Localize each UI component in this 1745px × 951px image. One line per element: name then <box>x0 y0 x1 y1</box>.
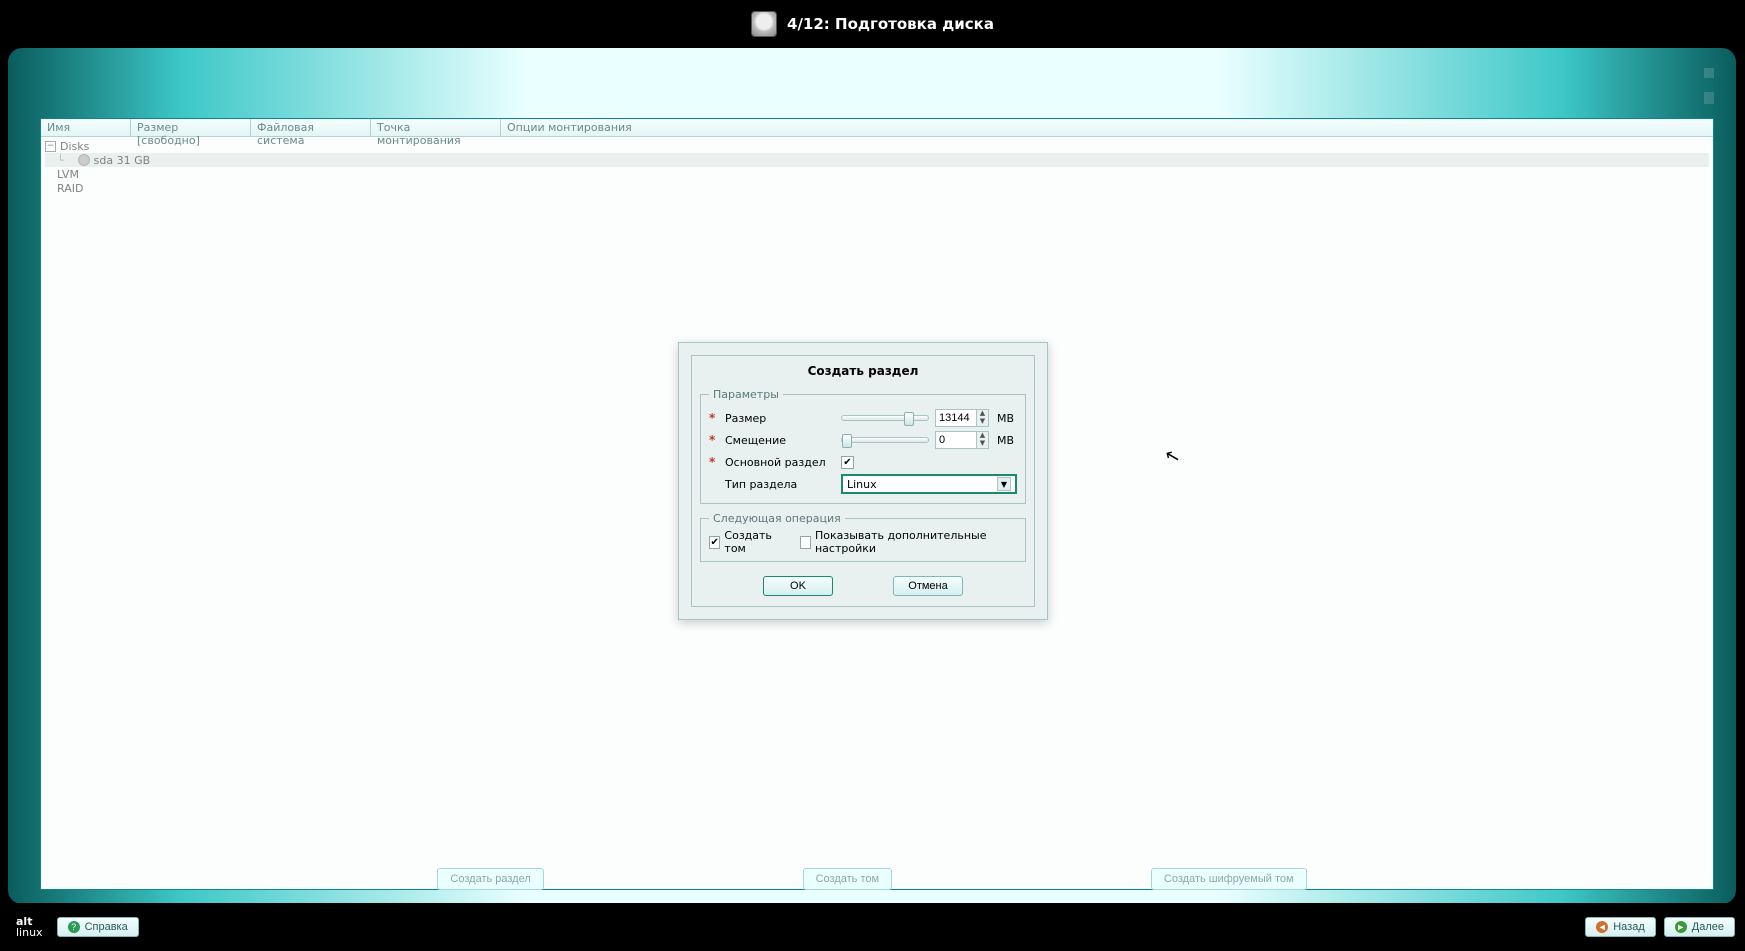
next-op-fieldset: Следующая операция ✔ Создать том Показыв… <box>700 512 1026 562</box>
create-volume-checkbox[interactable]: ✔ <box>709 536 720 549</box>
tree-node-sda[interactable]: └ sda 31 GB <box>45 153 1709 167</box>
required-icon: * <box>709 433 719 447</box>
create-volume-button[interactable]: Создать том <box>803 868 892 890</box>
titlebar: 4/12: Подготовка диска <box>0 0 1745 48</box>
offset-input[interactable] <box>935 431 977 449</box>
next-button[interactable]: ► Далее <box>1664 917 1735 937</box>
footer-bar: altlinux ? Справка ◄ Назад ► Далее <box>0 903 1745 951</box>
show-advanced-checkbox[interactable] <box>800 536 811 549</box>
create-encrypted-button[interactable]: Создать шифруемый том <box>1151 868 1307 890</box>
harddisk-icon <box>78 154 90 166</box>
back-button[interactable]: ◄ Назад <box>1585 917 1656 937</box>
ok-button[interactable]: OK <box>763 576 833 596</box>
dialog-title: Создать раздел <box>692 356 1034 384</box>
size-spinbox[interactable]: ▲▼ <box>935 409 989 427</box>
forward-icon: ► <box>1675 921 1687 933</box>
chevron-down-icon[interactable]: ▼ <box>977 440 988 448</box>
back-label: Назад <box>1613 921 1645 933</box>
size-input[interactable] <box>935 409 977 427</box>
disk-icon <box>751 11 777 37</box>
col-size[interactable]: Размер [свободно] <box>131 119 251 136</box>
tree-branch-icon: └ <box>57 154 64 167</box>
params-fieldset: Параметры * Размер ▲▼ MB * Смещение <box>700 388 1026 504</box>
panel-actions: Создать раздел Создать том Создать шифру… <box>8 868 1736 890</box>
primary-checkbox[interactable]: ✔ <box>841 456 854 469</box>
type-value: Linux <box>847 478 877 491</box>
tree-node-lvm[interactable]: LVM <box>45 167 1709 181</box>
page-title: 4/12: Подготовка диска <box>787 15 994 33</box>
create-partition-button[interactable]: Создать раздел <box>437 868 543 890</box>
col-opts[interactable]: Опции монтирования <box>501 119 1713 136</box>
chevron-down-icon[interactable]: ▼ <box>977 418 988 426</box>
col-name[interactable]: Имя <box>41 119 131 136</box>
type-select[interactable]: Linux ▼ <box>841 474 1017 494</box>
params-legend: Параметры <box>709 388 783 401</box>
required-icon: * <box>709 411 719 425</box>
chevron-down-icon[interactable]: ▼ <box>997 477 1011 491</box>
offset-label: Смещение <box>725 434 835 447</box>
collapse-icon[interactable]: − <box>45 141 56 152</box>
offset-unit: MB <box>997 434 1017 447</box>
tree-label: RAID <box>57 182 83 195</box>
col-fs[interactable]: Файловая система <box>251 119 371 136</box>
help-label: Справка <box>85 921 128 933</box>
cancel-button[interactable]: Отмена <box>893 576 963 596</box>
show-advanced-label: Показывать дополнительные настройки <box>815 529 1017 555</box>
back-icon: ◄ <box>1596 921 1608 933</box>
tree-label: LVM <box>57 168 79 181</box>
tree-node-raid[interactable]: RAID <box>45 181 1709 195</box>
spinner-buttons[interactable]: ▲▼ <box>977 431 989 449</box>
size-slider[interactable] <box>841 415 929 421</box>
table-header: Имя Размер [свободно] Файловая система Т… <box>41 119 1713 137</box>
slider-thumb-icon[interactable] <box>904 412 914 426</box>
slider-thumb-icon[interactable] <box>842 434 852 448</box>
size-label: Размер <box>725 412 835 425</box>
spinner-buttons[interactable]: ▲▼ <box>977 409 989 427</box>
tree-label: Disks <box>60 140 89 153</box>
primary-label: Основной раздел <box>725 456 835 469</box>
col-mount[interactable]: Точка монтирования <box>371 119 501 136</box>
required-icon: * <box>709 455 719 469</box>
alt-linux-logo: altlinux <box>10 912 49 942</box>
create-partition-dialog: Создать раздел Параметры * Размер ▲▼ MB … <box>678 342 1048 620</box>
create-volume-label: Создать том <box>724 529 786 555</box>
help-icon: ? <box>68 921 80 933</box>
type-label: Тип раздела <box>725 478 835 491</box>
offset-spinbox[interactable]: ▲▼ <box>935 431 989 449</box>
size-unit: MB <box>997 412 1017 425</box>
next-label: Далее <box>1692 921 1724 933</box>
offset-slider[interactable] <box>841 437 929 443</box>
help-button[interactable]: ? Справка <box>57 917 139 937</box>
next-op-legend: Следующая операция <box>709 512 845 525</box>
tree-label: sda 31 GB <box>94 154 151 167</box>
